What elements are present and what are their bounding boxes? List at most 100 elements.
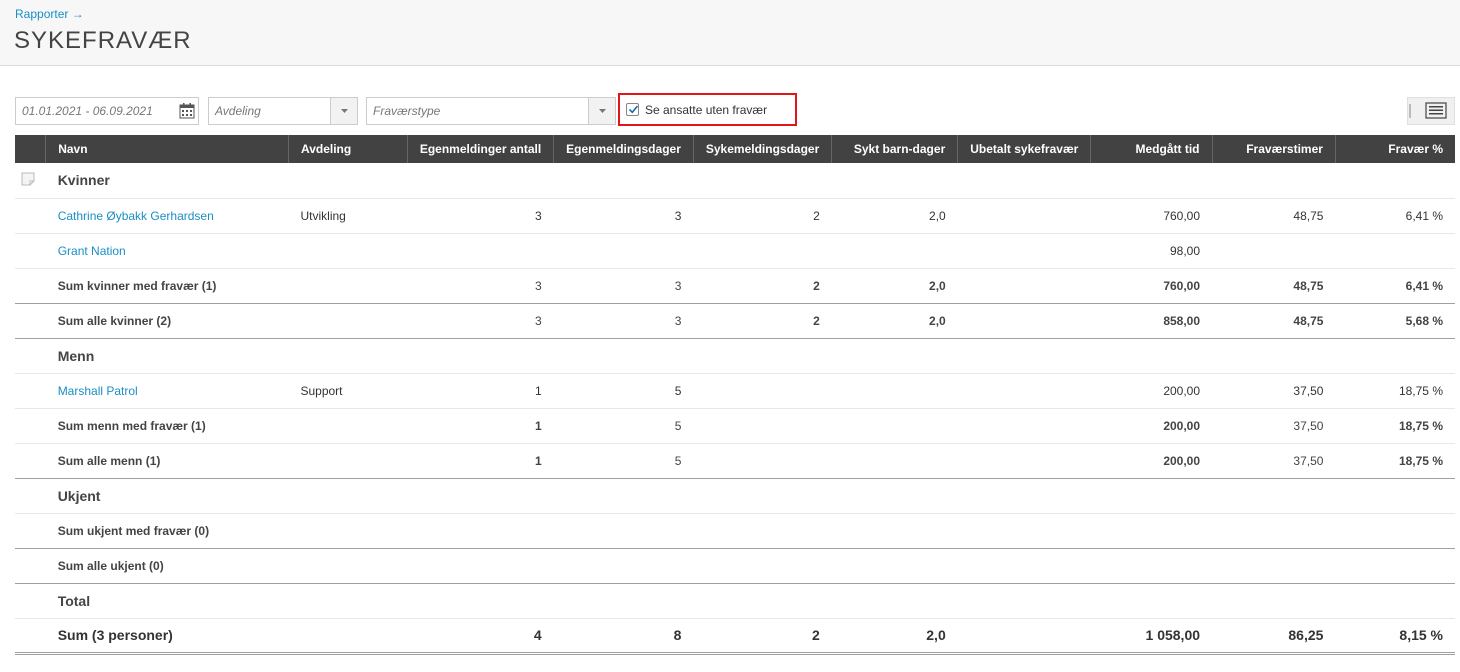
calendar-icon[interactable]	[179, 102, 195, 119]
absence-type-placeholder: Fraværstype	[373, 104, 441, 118]
show-without-absence-toggle[interactable]: Se ansatte uten fravær	[618, 93, 797, 126]
sum-row-with-absence: Sum menn med fravær (1) 1 5 200,00 37,50…	[15, 408, 1455, 444]
show-without-absence-label: Se ansatte uten fravær	[645, 102, 768, 117]
dropdown-arrow-icon[interactable]	[588, 98, 615, 124]
total-prosent: 8,15 %	[1335, 618, 1455, 655]
sum-syk-dager	[693, 443, 832, 479]
column-header-sykt-barn-dager[interactable]: Sykt barn-dager	[831, 135, 959, 163]
sum-row-with-absence: Sum ukjent med fravær (0)	[15, 513, 1455, 549]
cell-medgatt: 760,00	[1090, 198, 1213, 234]
column-header-egenmeldingsdager[interactable]: Egenmeldingsdager	[553, 135, 694, 163]
sum-timer: 48,75	[1212, 268, 1336, 304]
table-header-row: Navn Avdeling Egenmeldinger antall Egenm…	[15, 135, 1455, 163]
sum-ubetalt	[957, 268, 1091, 304]
sum-label: Sum menn med fravær (1)	[45, 408, 408, 444]
sum-medgatt: 200,00	[1090, 443, 1213, 479]
note-icon[interactable]	[21, 172, 35, 186]
column-header-egenmeldinger-antall[interactable]: Egenmeldinger antall	[407, 135, 555, 163]
column-header-sykemeldingsdager[interactable]: Sykemeldingsdager	[693, 135, 833, 163]
cell-syk-dager: 2	[693, 198, 832, 234]
total-sum-row: Sum (3 personer) 4 8 2 2,0 1 058,00 86,2…	[15, 618, 1455, 655]
sum-prosent: 5,68 %	[1335, 303, 1455, 339]
cell-timer: 37,50	[1212, 373, 1336, 409]
date-range-input[interactable]: 01.01.2021 - 06.09.2021	[15, 97, 199, 125]
sum-syk-dager: 2	[693, 303, 832, 339]
cell-ubetalt	[957, 373, 1091, 409]
sum-egen-dager: 3	[553, 268, 694, 304]
sum-egen-dager: 5	[553, 443, 694, 479]
column-header-fravaerstimer[interactable]: Fraværstimer	[1212, 135, 1336, 163]
column-header-fravaer-prosent[interactable]: Fravær %	[1335, 135, 1455, 163]
total-egen-antall: 4	[407, 618, 554, 655]
group-label: Ukjent	[45, 478, 1455, 514]
cell-egen-dager: 3	[553, 198, 694, 234]
sum-medgatt: 200,00	[1090, 408, 1213, 444]
sum-label: Sum alle ukjent (0)	[45, 548, 1455, 584]
group-label: Menn	[45, 338, 1455, 374]
cell-avdeling: Utvikling	[288, 198, 408, 234]
sum-barn-dager: 2,0	[831, 268, 958, 304]
sum-syk-dager: 2	[693, 268, 832, 304]
cell-egen-antall	[407, 233, 554, 269]
sum-ubetalt	[957, 303, 1091, 339]
cell-medgatt: 98,00	[1090, 233, 1213, 269]
cell-barn-dager: 2,0	[831, 198, 958, 234]
cell-barn-dager	[831, 233, 958, 269]
cell-timer	[1212, 233, 1336, 269]
employee-link[interactable]: Grant Nation	[58, 244, 126, 258]
sum-ubetalt	[957, 408, 1091, 444]
dropdown-arrow-icon[interactable]	[330, 98, 357, 124]
cell-egen-dager	[553, 233, 694, 269]
breadcrumb-rapporter[interactable]: Rapporter →	[15, 7, 84, 21]
cell-medgatt: 200,00	[1090, 373, 1213, 409]
sum-label: Sum alle kvinner (2)	[45, 303, 408, 339]
page-title: SYKEFRAVÆR	[14, 27, 192, 54]
cell-egen-antall: 1	[407, 373, 554, 409]
sum-prosent: 18,75 %	[1335, 443, 1455, 479]
cell-egen-antall: 3	[407, 198, 554, 234]
header-icon-col	[15, 135, 47, 163]
total-medgatt: 1 058,00	[1090, 618, 1213, 655]
checkmark-icon	[628, 105, 639, 114]
sum-row-all: Sum alle kvinner (2) 3 3 2 2,0 858,00 48…	[15, 303, 1455, 339]
column-header-avdeling[interactable]: Avdeling	[288, 135, 408, 163]
sum-timer: 48,75	[1212, 303, 1336, 339]
group-row-ukjent: Ukjent	[15, 478, 1455, 514]
sum-row-with-absence: Sum kvinner med fravær (1) 3 3 2 2,0 760…	[15, 268, 1455, 304]
total-egen-dager: 8	[553, 618, 694, 655]
page-header: Rapporter → SYKEFRAVÆR	[0, 0, 1460, 66]
cell-prosent	[1335, 233, 1455, 269]
show-without-absence-checkbox[interactable]	[626, 103, 639, 116]
table-row: Cathrine Øybakk Gerhardsen Utvikling 3 3…	[15, 198, 1455, 234]
cell-syk-dager	[693, 233, 832, 269]
employee-link[interactable]: Cathrine Øybakk Gerhardsen	[58, 209, 214, 223]
group-label: Total	[45, 583, 1455, 619]
view-toggle-button[interactable]	[1407, 97, 1455, 125]
sum-timer: 37,50	[1212, 443, 1336, 479]
group-row-kvinner: Kvinner	[15, 163, 1455, 199]
group-label: Kvinner	[45, 163, 1455, 199]
department-placeholder: Avdeling	[215, 104, 261, 118]
sum-row-all: Sum alle menn (1) 1 5 200,00 37,50 18,75…	[15, 443, 1455, 479]
column-header-navn[interactable]: Navn	[45, 135, 289, 163]
sum-syk-dager	[693, 408, 832, 444]
sum-egen-antall: 1	[407, 408, 554, 444]
column-header-ubetalt-sykefravaer[interactable]: Ubetalt sykefravær	[957, 135, 1092, 163]
sum-row-all: Sum alle ukjent (0)	[15, 548, 1455, 584]
cell-timer: 48,75	[1212, 198, 1336, 234]
sum-egen-dager: 5	[553, 408, 694, 444]
table-row: Marshall Patrol Support 1 5 200,00 37,50…	[15, 373, 1455, 409]
cell-barn-dager	[831, 373, 958, 409]
total-ubetalt	[957, 618, 1091, 655]
cell-ubetalt	[957, 198, 1091, 234]
department-select[interactable]: Avdeling	[208, 97, 358, 125]
total-timer: 86,25	[1212, 618, 1336, 655]
group-row-menn: Menn	[15, 338, 1455, 374]
cell-prosent: 18,75 %	[1335, 373, 1455, 409]
cell-avdeling: Support	[288, 373, 408, 409]
sum-egen-antall: 3	[407, 268, 554, 304]
absence-type-select[interactable]: Fraværstype	[366, 97, 616, 125]
total-syk-dager: 2	[693, 618, 832, 655]
column-header-medgatt-tid[interactable]: Medgått tid	[1090, 135, 1213, 163]
employee-link[interactable]: Marshall Patrol	[58, 384, 138, 398]
